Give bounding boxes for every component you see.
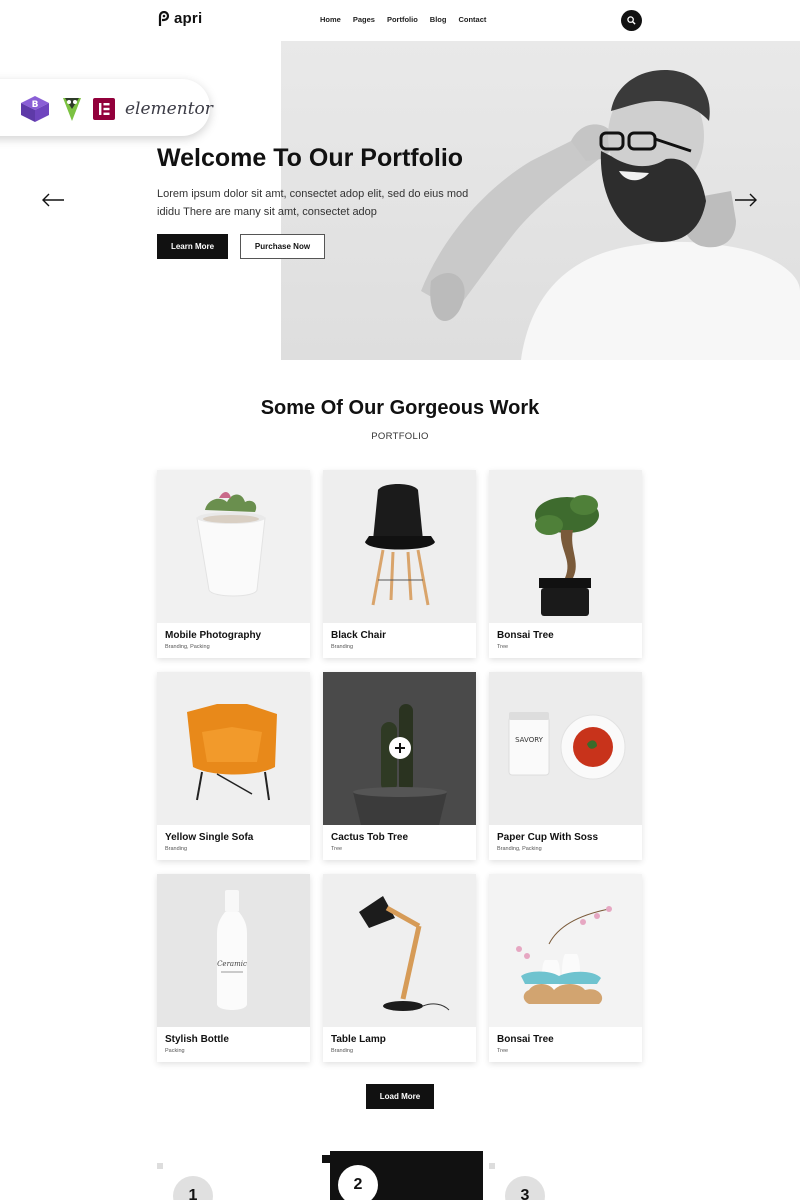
portfolio-card[interactable]: SAVORY Paper Cup With Soss Branding, Pac… — [489, 672, 642, 860]
step-number: 3 — [505, 1176, 545, 1200]
portfolio-card[interactable]: Black Chair Branding — [323, 470, 476, 658]
bonsai-tree-image — [489, 470, 642, 623]
main-nav: Home Pages Portfolio Blog Contact — [320, 15, 486, 24]
card-category: Branding, Packing — [165, 644, 210, 650]
step-number: 1 — [173, 1176, 213, 1200]
table-lamp-image — [323, 874, 476, 1027]
card-title: Paper Cup With Soss — [497, 832, 599, 843]
hero-title: Welcome To Our Portfolio — [157, 144, 464, 172]
logo-icon — [158, 10, 170, 26]
card-title: Stylish Bottle — [165, 1034, 229, 1045]
logo-text: apri — [174, 10, 203, 27]
portfolio-card[interactable]: Cactus Tob Tree Tree — [323, 672, 476, 860]
section-title: Some Of Our Gorgeous Work — [260, 397, 540, 419]
card-category: Tree — [497, 1048, 509, 1054]
step-corner-decoration — [322, 1155, 330, 1163]
section-subtitle: PORTFOLIO — [371, 431, 429, 442]
prev-slide-arrow-icon[interactable] — [41, 193, 65, 207]
flower-vase-image — [489, 874, 642, 1027]
elementor-wordmark: elementor — [125, 99, 213, 119]
portfolio-card[interactable]: Yellow Single Sofa Branding — [157, 672, 310, 860]
step-card-active: 2 — [330, 1151, 483, 1200]
black-chair-image — [323, 470, 476, 623]
svg-text:SAVORY: SAVORY — [515, 736, 544, 744]
paper-cup-image: SAVORY — [489, 672, 642, 825]
cactus-tree-image — [323, 672, 476, 825]
card-category: Tree — [497, 644, 509, 650]
card-category: Tree — [331, 846, 343, 852]
svg-text:Ceramic: Ceramic — [217, 960, 247, 968]
logo[interactable]: apri — [157, 10, 202, 27]
nav-pages[interactable]: Pages — [353, 15, 375, 24]
theme-mascot-icon — [63, 98, 81, 121]
search-button[interactable] — [621, 10, 642, 31]
nav-blog[interactable]: Blog — [430, 15, 447, 24]
card-title: Bonsai Tree — [497, 630, 554, 641]
plant-pot-image — [157, 470, 310, 623]
bootstrap-icon: B — [21, 96, 49, 122]
card-title: Black Chair — [331, 630, 387, 641]
site-header: apri Home Pages Portfolio Blog Contact — [0, 0, 800, 40]
next-slide-arrow-icon[interactable] — [734, 193, 758, 207]
portfolio-card[interactable]: Mobile Photography Branding, Packing — [157, 470, 310, 658]
learn-more-button[interactable]: Learn More — [157, 234, 228, 259]
yellow-sofa-image — [157, 672, 310, 825]
hero-description: Lorem ipsum dolor sit amt, consectet ado… — [157, 188, 469, 218]
svg-text:B: B — [32, 100, 39, 110]
card-category: Branding — [165, 846, 188, 852]
card-category: Branding — [331, 1048, 354, 1054]
elementor-icon — [93, 98, 115, 120]
card-title: Cactus Tob Tree — [331, 832, 409, 843]
search-icon — [627, 16, 636, 25]
card-title: Bonsai Tree — [497, 1034, 554, 1045]
nav-home[interactable]: Home — [320, 15, 341, 24]
card-title: Mobile Photography — [165, 630, 262, 641]
tech-badge: B elementor — [0, 79, 213, 136]
card-title: Table Lamp — [331, 1034, 386, 1045]
step-card: 3 — [495, 1163, 648, 1200]
load-more-button[interactable]: Load More — [366, 1084, 434, 1109]
portfolio-card[interactable]: Bonsai Tree Tree — [489, 470, 642, 658]
card-category: Packing — [165, 1048, 185, 1054]
nav-portfolio[interactable]: Portfolio — [387, 15, 418, 24]
portfolio-card[interactable]: Bonsai Tree Tree — [489, 874, 642, 1062]
portfolio-card[interactable]: Table Lamp Branding — [323, 874, 476, 1062]
bottle-image: Ceramic — [157, 874, 310, 1027]
nav-contact[interactable]: Contact — [458, 15, 486, 24]
step-number: 2 — [338, 1165, 378, 1200]
purchase-now-button[interactable]: Purchase Now — [240, 234, 325, 259]
portfolio-card[interactable]: Ceramic Stylish Bottle Packing — [157, 874, 310, 1062]
card-title: Yellow Single Sofa — [165, 832, 254, 843]
step-card: 1 — [163, 1163, 316, 1200]
card-category: Branding, Packing — [497, 846, 542, 852]
card-category: Branding — [331, 644, 354, 650]
